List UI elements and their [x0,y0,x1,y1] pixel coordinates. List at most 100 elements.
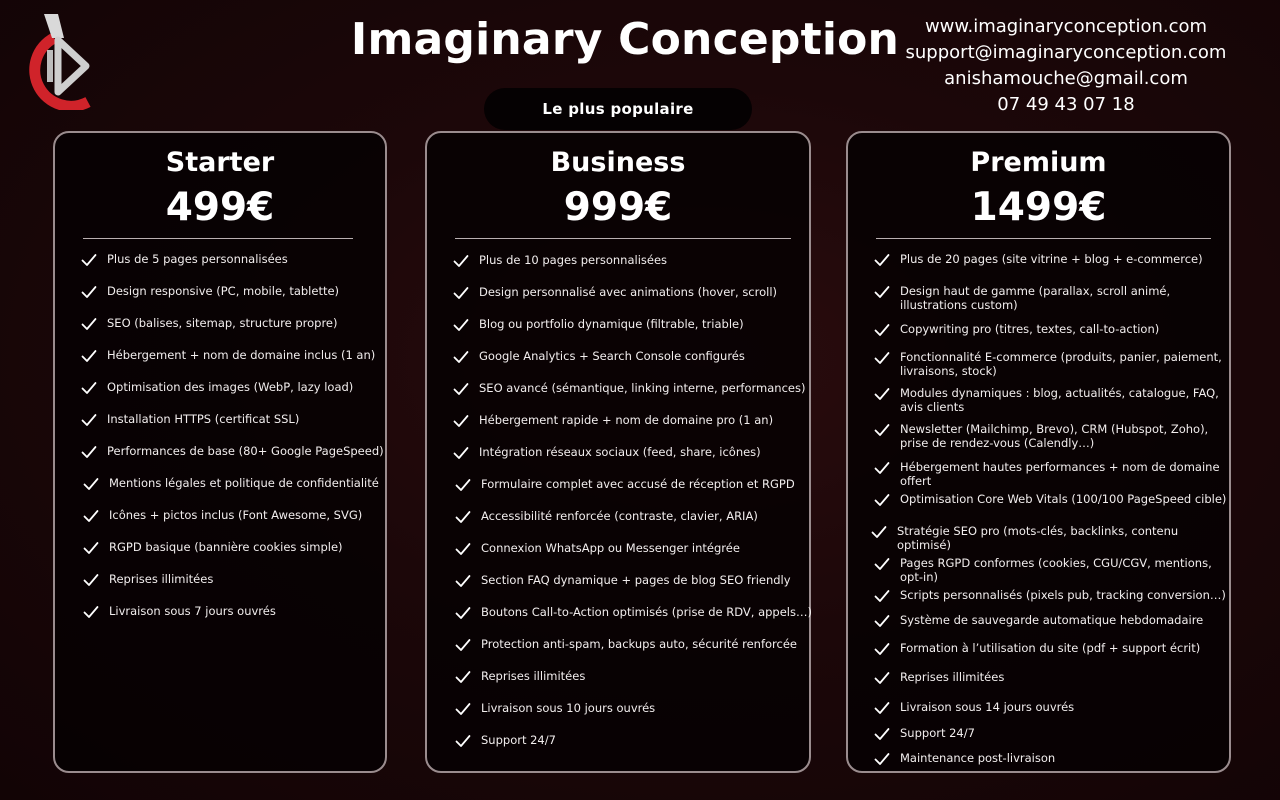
feature-text: Mentions légales et politique de confide… [109,476,379,490]
feature-text: Scripts personnalisés (pixels pub, track… [900,588,1226,602]
feature-text: Design haut de gamme (parallax, scroll a… [900,284,1171,312]
feature-text: Livraison sous 14 jours ouvrés [900,700,1075,714]
checkmark-icon [874,254,890,266]
checkmark-icon [83,478,99,490]
feature-item: Stratégie SEO pro (mots-clés, backlinks,… [871,524,1227,552]
feature-text: Reprises illimitées [109,572,214,586]
feature-item: SEO avancé (sémantique, linking interne,… [453,381,805,396]
website-link[interactable]: www.imaginaryconception.com [900,14,1232,40]
feature-item: Newsletter (Mailchimp, Brevo), CRM (Hubs… [874,422,1230,450]
plan-card-premium: Premium 1499€ Plus de 20 pages (site vit… [846,131,1231,773]
feature-item: Pages RGPD conformes (cookies, CGU/CGV, … [874,556,1230,584]
feature-item: Design responsive (PC, mobile, tablette) [81,284,339,299]
feature-text: Connexion WhatsApp ou Messenger intégrée [481,541,740,555]
checkmark-icon [81,350,97,362]
checkmark-icon [453,383,469,395]
feature-text: Icônes + pictos inclus (Font Awesome, SV… [109,508,363,522]
checkmark-icon [874,615,890,627]
feature-item: Plus de 10 pages personnalisées [453,253,667,268]
feature-text: Protection anti-spam, backups auto, sécu… [481,637,797,651]
feature-item: Performances de base (80+ Google PageSpe… [81,444,384,459]
feature-text: Intégration réseaux sociaux (feed, share… [479,445,761,459]
checkmark-icon [455,543,471,555]
feature-text: Boutons Call-to-Action optimisés (prise … [481,605,812,619]
feature-item: Hébergement + nom de domaine inclus (1 a… [81,348,375,363]
feature-item: Icônes + pictos inclus (Font Awesome, SV… [83,508,362,523]
feature-item: Maintenance post-livraison [874,751,1230,766]
feature-text: Hébergement + nom de domaine inclus (1 a… [107,348,376,362]
plan-card-business: Business 999€ Plus de 10 pages personnal… [425,131,812,773]
feature-item: Optimisation des images (WebP, lazy load… [81,380,353,395]
feature-text: Hébergement rapide + nom de domaine pro … [479,413,774,427]
checkmark-icon [453,287,469,299]
checkmark-icon [81,414,97,426]
feature-item: Section FAQ dynamique + pages de blog SE… [455,573,791,588]
feature-text: Optimisation Core Web Vitals (100/100 Pa… [900,492,1227,506]
checkmark-icon [81,318,97,330]
checkmark-icon [455,575,471,587]
feature-list: Plus de 5 pages personnalisées Design res… [55,133,385,771]
checkmark-icon [453,351,469,363]
feature-text: Modules dynamiques : blog, actualités, c… [900,386,1219,414]
feature-text: Support 24/7 [481,733,556,747]
checkmark-icon [874,753,890,765]
feature-text: Installation HTTPS (certificat SSL) [107,412,300,426]
feature-text: Stratégie SEO pro (mots-clés, backlinks,… [897,524,1179,552]
feature-item: Boutons Call-to-Action optimisés (prise … [455,605,812,620]
feature-text: Section FAQ dynamique + pages de blog SE… [481,573,791,587]
checkmark-icon [81,382,97,394]
checkmark-icon [874,558,890,570]
checkmark-icon [455,703,471,715]
feature-item: Blog ou portfolio dynamique (filtrable, … [453,317,744,332]
feature-text: Hébergement hautes performances + nom de… [900,460,1220,488]
plan-card-starter: Starter 499€ Plus de 5 pages personnalis… [53,131,387,773]
feature-text: Livraison sous 7 jours ouvrés [109,604,276,618]
feature-text: Reprises illimitées [481,669,586,683]
phone-number[interactable]: 07 49 43 07 18 [900,92,1232,118]
feature-item: Plus de 5 pages personnalisées [81,252,288,267]
feature-item: Hébergement hautes performances + nom de… [874,460,1230,488]
feature-item: Installation HTTPS (certificat SSL) [81,412,299,427]
feature-text: Système de sauvegarde automatique hebdom… [900,613,1204,627]
checkmark-icon [83,574,99,586]
feature-item: Optimisation Core Web Vitals (100/100 Pa… [874,492,1230,507]
feature-text: Reprises illimitées [900,670,1005,684]
checkmark-icon [455,735,471,747]
checkmark-icon [83,510,99,522]
feature-item: Support 24/7 [455,733,556,748]
checkmark-icon [874,462,890,474]
feature-item: Reprises illimitées [83,572,213,587]
feature-text: Formation à l’utilisation du site (pdf +… [900,641,1201,655]
feature-item: Formulaire complet avec accusé de récept… [455,477,795,492]
feature-text: SEO avancé (sémantique, linking interne,… [479,381,806,395]
feature-item: Système de sauvegarde automatique hebdom… [874,613,1230,628]
feature-text: Optimisation des images (WebP, lazy load… [107,380,354,394]
checkmark-icon [874,643,890,655]
feature-text: Fonctionnalité E-commerce (produits, pan… [900,350,1222,378]
checkmark-icon [455,671,471,683]
feature-item: Plus de 20 pages (site vitrine + blog + … [874,252,1230,267]
checkmark-icon [83,542,99,554]
feature-text: Copywriting pro (titres, textes, call-to… [900,322,1160,336]
support-email-link[interactable]: support@imaginaryconception.com [900,40,1232,66]
feature-text: Plus de 20 pages (site vitrine + blog + … [900,252,1203,266]
feature-item: Support 24/7 [874,726,1230,741]
checkmark-icon [874,388,890,400]
checkmark-icon [81,446,97,458]
feature-text: Design responsive (PC, mobile, tablette) [107,284,340,298]
feature-text: Accessibilité renforcée (contraste, clav… [481,509,758,523]
feature-text: RGPD basique (bannière cookies simple) [109,540,343,554]
feature-item: Reprises illimitées [455,669,585,684]
feature-item: Livraison sous 7 jours ouvrés [83,604,276,619]
popular-badge: Le plus populaire [484,88,752,130]
checkmark-icon [874,324,890,336]
feature-text: Formulaire complet avec accusé de récept… [481,477,795,491]
feature-item: Protection anti-spam, backups auto, sécu… [455,637,797,652]
checkmark-icon [874,286,890,298]
personal-email-link[interactable]: anishamouche@gmail.com [900,66,1232,92]
contact-info: www.imaginaryconception.com support@imag… [900,14,1232,118]
checkmark-icon [453,447,469,459]
feature-text: Google Analytics + Search Console config… [479,349,745,363]
checkmark-icon [874,590,890,602]
checkmark-icon [874,494,890,506]
